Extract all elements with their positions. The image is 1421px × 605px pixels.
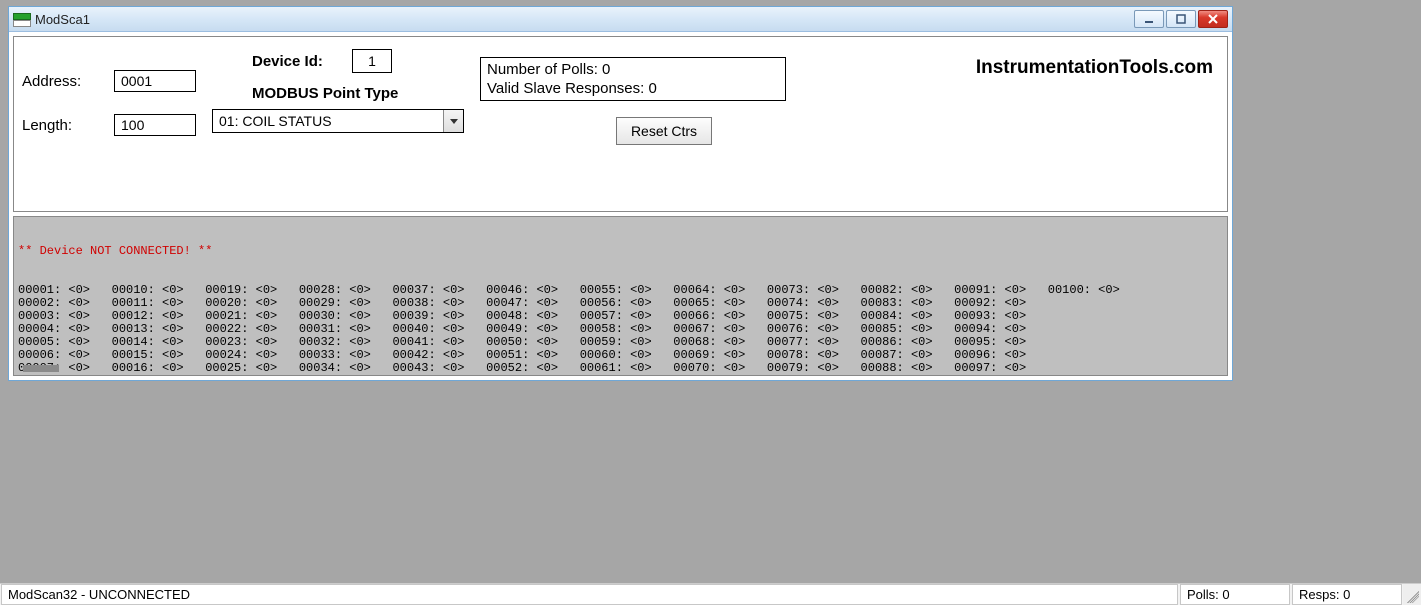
responses-value: 0 [648,80,656,97]
brand-text: InstrumentationTools.com [976,57,1213,79]
data-panel: ** Device NOT CONNECTED! ** 00001: <0> 0… [13,216,1228,376]
close-button[interactable] [1198,10,1228,28]
polls-value: 0 [602,61,610,78]
status-bar: ModScan32 - UNCONNECTED Polls: 0 Resps: … [0,583,1421,605]
address-input[interactable] [114,70,196,92]
stats-box: Number of Polls: 0 Valid Slave Responses… [480,57,786,101]
point-type-label: MODBUS Point Type [252,85,398,102]
device-id-label: Device Id: [252,53,323,70]
length-label: Length: [22,117,72,134]
device-id-input[interactable] [352,49,392,73]
window-title: ModSca1 [35,12,1134,27]
app-icon [13,13,29,25]
reset-counters-button[interactable]: Reset Ctrs [616,117,712,145]
config-panel: Address: Length: Device Id: MODBUS Point… [13,36,1228,212]
point-type-value: 01: COIL STATUS [219,113,332,129]
length-input[interactable] [114,114,196,136]
connection-warning: ** Device NOT CONNECTED! ** [18,245,1223,258]
child-window: ModSca1 Address: Length: Device Id: MODB… [8,6,1233,381]
resize-grip-icon[interactable] [1403,584,1421,605]
data-grid: 00001: <0> 00010: <0> 00019: <0> 00028: … [18,284,1223,376]
maximize-button[interactable] [1166,10,1196,28]
status-main: ModScan32 - UNCONNECTED [1,584,1178,605]
polls-label: Number of Polls: [487,61,598,78]
scroll-thumb[interactable] [23,365,59,372]
titlebar[interactable]: ModSca1 [9,7,1232,32]
chevron-down-icon [443,110,463,132]
status-polls: Polls: 0 [1180,584,1290,605]
address-label: Address: [22,73,81,90]
responses-label: Valid Slave Responses: [487,80,644,97]
status-resps: Resps: 0 [1292,584,1402,605]
point-type-select[interactable]: 01: COIL STATUS [212,109,464,133]
minimize-button[interactable] [1134,10,1164,28]
